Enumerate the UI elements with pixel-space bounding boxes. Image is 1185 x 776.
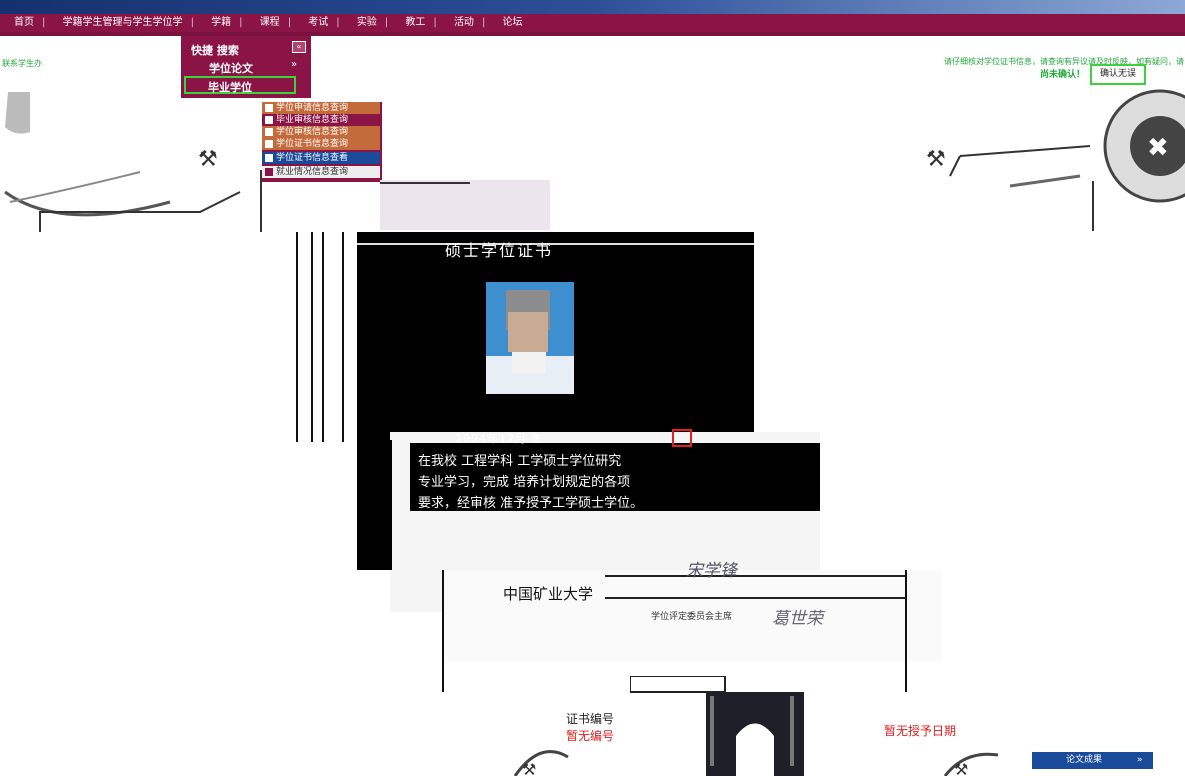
pickaxe-icon: ⚒ xyxy=(198,147,218,172)
cert-line-1: 在我校 工程学科 工学硕士学位研究 xyxy=(418,454,622,469)
left-ornament: ⚒ xyxy=(4,92,262,232)
certificate-body: 在我校 工程学科 工学硕士学位研究 专业学习，完成 培养计划规定的各项 要求，经… xyxy=(418,451,818,514)
frame-line xyxy=(342,232,344,442)
frame-line xyxy=(311,232,313,442)
university-name: 中国矿业大学 xyxy=(503,585,594,603)
cert-line-2: 专业学习，完成 培养计划规定的各项 xyxy=(418,475,631,490)
signature-chair: 葛世荣 xyxy=(772,609,823,629)
frame-line xyxy=(296,232,298,442)
nav-status[interactable]: 学籍 xyxy=(211,17,231,28)
nav-activity[interactable]: 活动 xyxy=(454,17,474,28)
sig-rule xyxy=(605,597,905,599)
highlight-box xyxy=(672,429,692,447)
certificate-title: 硕士学位证书 xyxy=(445,241,554,260)
signature-president: 宋学锋 xyxy=(686,561,737,581)
side-menu: 快捷 搜索 « 学位论文 » 毕业学位 xyxy=(181,36,311,98)
cert-line-3: 要求，经审核 准予授予工学硕士学位。 xyxy=(418,496,644,511)
student-photo xyxy=(486,282,574,394)
certificate-number-value: 暂无编号 xyxy=(566,729,615,743)
paper-edge xyxy=(380,180,550,230)
svg-text:⚒: ⚒ xyxy=(954,760,968,776)
top-bar: 首页 | 学籍学生管理与学生学位学 | 学籍 | 课程 | 考试 | 实验 | 教工 | 活动… xyxy=(0,0,1185,36)
chevron-down-icon: » xyxy=(291,59,298,70)
committee-label: 学位评定委员会主席 xyxy=(651,612,733,622)
certificate-left-band xyxy=(357,440,392,570)
paper-line xyxy=(380,182,470,184)
svg-text:⚒: ⚒ xyxy=(522,760,536,776)
frame-line xyxy=(442,570,444,692)
title-rule xyxy=(357,243,754,245)
menu-item-thesis[interactable]: 学位论文 xyxy=(209,60,253,76)
seal-fragment: ⚒ xyxy=(943,752,999,776)
thesis-results-button[interactable]: 论文成果 » xyxy=(1032,752,1153,769)
top-nav: 首页 | 学籍学生管理与学生学位学 | 学籍 | 课程 | 考试 | 实验 | 教工 | 活动… xyxy=(0,14,1185,32)
unconfirmed-label: 尚未确认！ xyxy=(1040,70,1086,80)
svg-text:✖: ✖ xyxy=(1147,133,1169,163)
nav-student[interactable]: 学籍学生管理与学生学位学 xyxy=(63,17,183,28)
pickaxe-icon: ⚒ xyxy=(926,147,946,172)
award-date-value: 暂无授予日期 xyxy=(884,724,957,738)
nav-forum[interactable]: 论坛 xyxy=(503,17,523,28)
thesis-results-label: 论文成果 xyxy=(1066,755,1103,765)
nav-home[interactable]: 首页 xyxy=(14,17,34,28)
sig-rule xyxy=(605,575,905,577)
right-notice: 请仔细核对学位证书信息，请查询有异议请及时反映，如有疑问，请 xyxy=(944,57,1184,66)
chevron-down-icon: » xyxy=(1137,755,1143,765)
certificate-number-label: 证书编号 xyxy=(566,712,615,726)
confirm-button[interactable]: 确认无误 xyxy=(1090,64,1146,85)
frame-line xyxy=(322,232,324,442)
nav-exam[interactable]: 考试 xyxy=(308,17,328,28)
nav-course[interactable]: 课程 xyxy=(260,17,280,28)
collapse-icon[interactable]: « xyxy=(292,41,306,53)
gate-logo xyxy=(630,676,804,776)
nav-bottom-bar xyxy=(0,32,1185,36)
left-notice: 联系学生办 xyxy=(2,59,42,68)
nav-staff[interactable]: 教工 xyxy=(405,17,425,28)
right-ornament: ✖ ⚒ xyxy=(926,89,1185,231)
header-gradient xyxy=(0,0,1185,14)
menu-header: 快捷 搜索 xyxy=(191,44,239,57)
seal-fragment: ⚒ xyxy=(513,750,569,776)
birth-date: 1994年12月 生 xyxy=(455,432,544,445)
frame-line xyxy=(905,570,907,692)
nav-lab[interactable]: 实验 xyxy=(357,17,377,28)
